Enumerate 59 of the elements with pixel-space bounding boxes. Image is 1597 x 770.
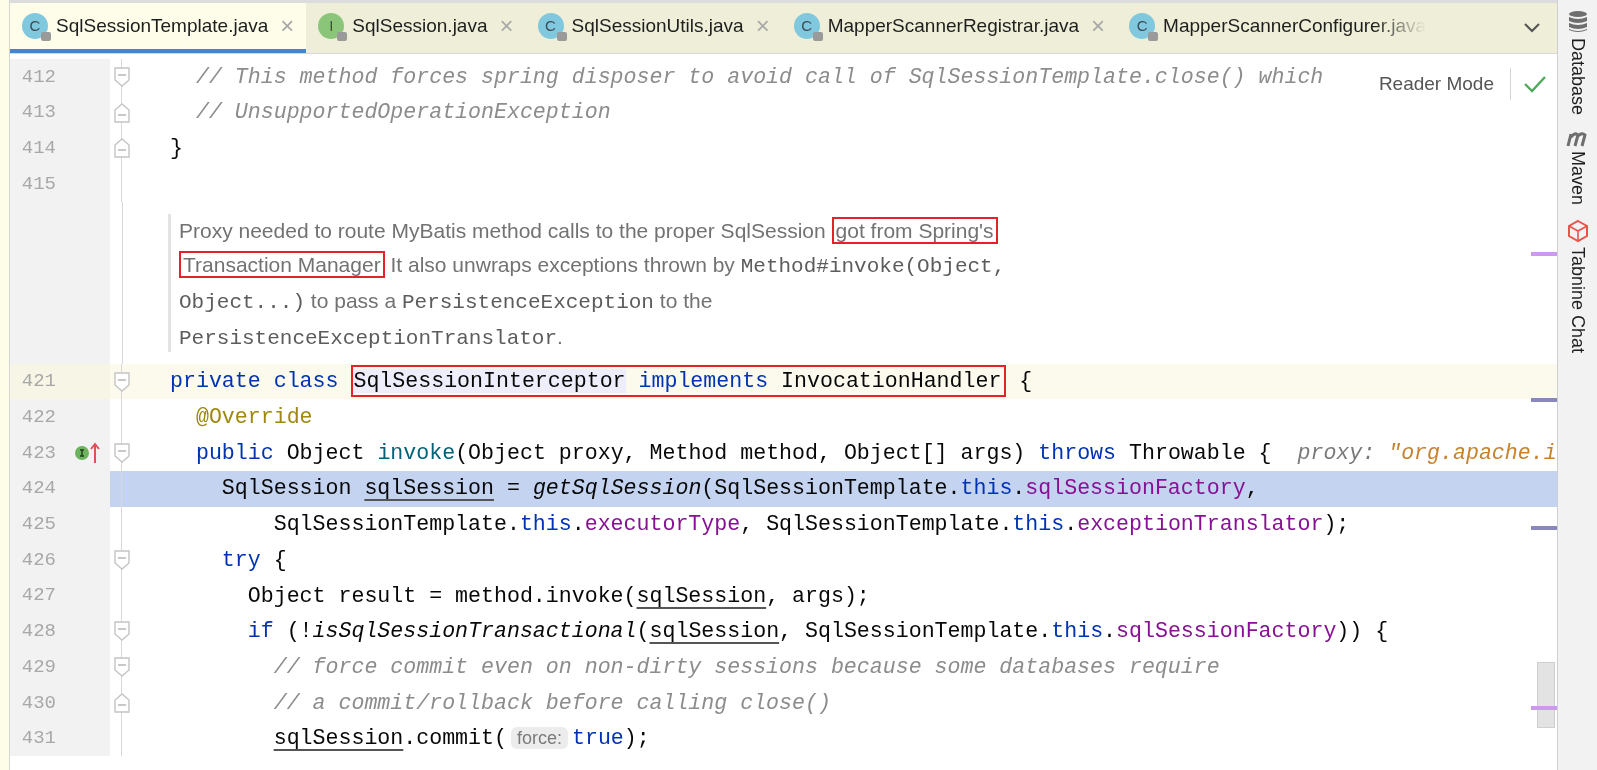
line-number: 421 [20, 369, 56, 395]
error-stripe-mark[interactable] [1531, 252, 1557, 256]
code-line: private class SqlSessionInterceptor implements InvocationHandler { [170, 365, 1033, 398]
code-line: SqlSessionTemplate.this.executorType, SqlSessionTemplate.this.exceptionTranslator); [272, 511, 1350, 539]
line-number: 415 [20, 171, 56, 197]
code-line: @Override [194, 404, 313, 432]
code-line: // a commit/rollback before calling close() [272, 689, 831, 717]
error-stripe-mark[interactable] [1531, 526, 1557, 530]
code-line: if (!isSqlSessionTransactional(sqlSession, SqlSessionTemplate.this.sqlSessionFactory)) { [246, 618, 1389, 646]
error-stripe-mark[interactable] [1531, 706, 1557, 710]
fold-icon[interactable] [114, 550, 130, 571]
tool-window-button[interactable]: Tabnine Chat [1564, 219, 1591, 354]
code-line: // This method forces spring disposer to avoid call of SqlSessionTemplate.close() which [194, 63, 1324, 91]
line-number: 427 [20, 583, 56, 609]
code-line: public Object invoke(Object proxy, Method method, Object[] args) throws Throwable { proxy: "org.apache.i [194, 439, 1557, 467]
line-number: 413 [20, 100, 56, 126]
fold-icon[interactable] [114, 102, 130, 123]
line-number: 431 [20, 726, 56, 752]
chevron-down-icon[interactable] [1523, 22, 1541, 34]
tool-window-button[interactable]: Maven [1564, 129, 1591, 206]
code-line: try { [220, 546, 287, 574]
fold-icon[interactable] [114, 692, 130, 713]
fold-icon[interactable] [114, 371, 130, 392]
file-type-icon: C [1129, 13, 1156, 39]
scrollbar-thumb[interactable] [1537, 662, 1555, 728]
line-number: 428 [20, 619, 56, 645]
code-line: // force commit even on non-dirty sessions because some databases require [272, 653, 1220, 681]
line-number: 422 [20, 405, 56, 431]
line-number: 430 [20, 690, 56, 716]
database-icon [1566, 10, 1589, 34]
line-number: 424 [20, 476, 56, 502]
code-line: // UnsupportedOperationException [194, 99, 611, 127]
line-number: 426 [20, 547, 56, 573]
line-number: 412 [20, 64, 56, 90]
code-line: } [170, 135, 183, 162]
code-line: Object result = method.invoke(sqlSession, args); [246, 582, 870, 610]
code-line: sqlSession.commit( force: true); [272, 725, 650, 753]
fold-icon[interactable] [114, 66, 130, 87]
fold-icon[interactable] [114, 138, 130, 159]
file-type-icon: I [318, 13, 345, 39]
fold-icon[interactable] [114, 442, 130, 463]
doc-comment: Proxy needed to route MyBatis method calls to the proper SqlSession got from Spring's Transaction Manager It also unwraps exceptions thrown by Method#invoke(Object, Object...) to pass a PersistenceException to the PersistenceExceptionTranslator. [168, 213, 1006, 352]
line-number: 414 [20, 135, 56, 161]
line-number: 425 [20, 512, 56, 538]
check-icon[interactable] [1523, 75, 1547, 93]
error-stripe-mark[interactable] [1531, 398, 1557, 402]
file-type-icon: C [537, 13, 564, 39]
implements-method-icon[interactable] [74, 441, 100, 464]
editor-tab[interactable]: C SqlSessionTemplate.java × [10, 3, 307, 53]
tool-window-button[interactable]: Database [1564, 10, 1591, 116]
code-line: SqlSession sqlSession = getSqlSession(SqlSessionTemplate.this.sqlSessionFactory, [220, 475, 1259, 503]
line-number: 423 [20, 440, 56, 466]
line-number: 429 [20, 654, 56, 680]
tabnine-icon [1565, 219, 1590, 244]
reader-mode-button[interactable]: Reader Mode [1374, 69, 1498, 99]
fold-icon[interactable] [114, 657, 130, 678]
file-type-icon: C [22, 13, 48, 39]
file-type-icon: C [793, 13, 820, 39]
fold-icon[interactable] [114, 621, 130, 642]
